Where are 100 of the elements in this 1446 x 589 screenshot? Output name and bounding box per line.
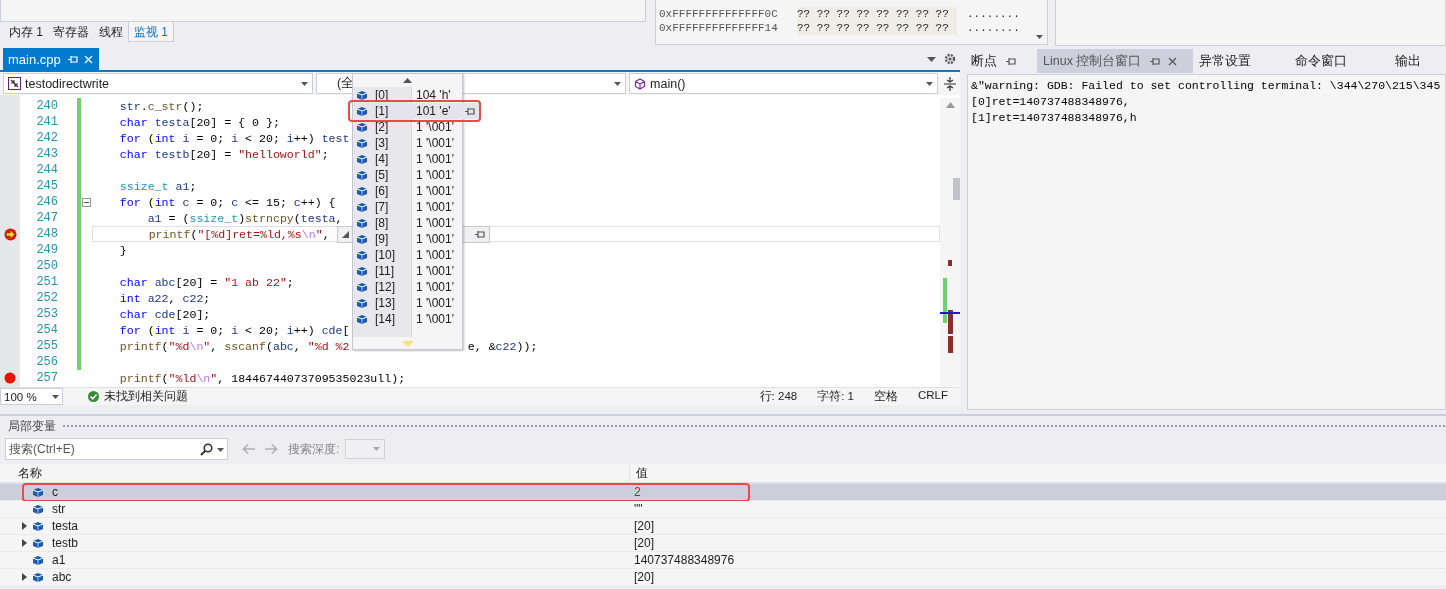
console-line: &"warning: GDB: Failed to set controlling terminal: \344\270\215\345 <box>971 78 1442 94</box>
current-line-icon[interactable] <box>3 227 17 241</box>
scrollbar[interactable] <box>940 98 960 387</box>
table-row[interactable]: c 2 <box>0 484 1446 501</box>
panel-tab[interactable]: 命令窗口 <box>1289 49 1389 73</box>
breakpoint-margin[interactable] <box>0 95 20 387</box>
datatip-item[interactable]: [6] 1 '\001' <box>353 183 462 199</box>
line-number: 245 <box>35 178 59 195</box>
expand-arrow-icon[interactable] <box>21 539 27 547</box>
datatip-item[interactable]: [14] 1 '\001' <box>353 311 462 327</box>
scroll-up-icon[interactable] <box>403 78 412 83</box>
scroll-thumb[interactable] <box>953 178 960 200</box>
line-number: 253 <box>35 306 59 323</box>
datatip-item[interactable]: [1] 101 'e' <box>353 103 479 119</box>
panel-tab[interactable]: 寄存器 <box>48 22 94 42</box>
line-number: 242 <box>35 130 59 147</box>
code-line: a1 = (ssize_t)strncpy(testa, <box>146 211 343 227</box>
code-line: ssize_t a1; <box>118 179 197 195</box>
table-row[interactable]: str "" <box>0 501 1446 518</box>
line-number: 241 <box>35 114 59 131</box>
code-line: int a22, c22; <box>118 291 211 307</box>
expand-arrow-icon[interactable] <box>342 231 349 238</box>
line-number: 244 <box>35 162 59 178</box>
issues-status[interactable]: 未找到相关问题 <box>104 389 188 404</box>
code-line: char testb[20] = "helloworld"; <box>118 147 329 163</box>
datatip-item[interactable]: [5] 1 '\001' <box>353 167 462 183</box>
panel-tab[interactable]: Linux 控制台窗口 <box>1037 49 1193 73</box>
dropdown-icon[interactable] <box>927 56 936 62</box>
code-line: char testa[20] = { 0 }; <box>118 115 280 131</box>
datatip-item[interactable]: [13] 1 '\001' <box>353 295 462 311</box>
line-number: 250 <box>35 258 59 274</box>
datatip-item[interactable]: [9] 1 '\001' <box>353 231 462 247</box>
cube-icon <box>356 185 368 197</box>
cube-icon <box>356 89 368 101</box>
line-number: 257 <box>35 370 59 387</box>
panel-tab[interactable]: 断点 <box>965 49 1037 73</box>
table-row[interactable]: a1 140737488348976 <box>0 552 1446 569</box>
cube-icon <box>356 297 368 309</box>
zoom-dropdown[interactable]: 100 % <box>0 388 63 405</box>
cube-icon <box>356 313 368 325</box>
split-icon[interactable] <box>944 76 957 91</box>
project-dropdown[interactable]: testodirectwrite <box>3 73 313 94</box>
table-row[interactable]: testb [20] <box>0 535 1446 552</box>
line-ending-indicator[interactable]: CRLF <box>917 389 948 404</box>
collapse-icon[interactable] <box>82 198 91 207</box>
member-dropdown[interactable]: main() <box>629 73 939 94</box>
panel-tab[interactable]: 异常设置 <box>1193 49 1289 73</box>
pin-icon[interactable] <box>474 230 485 239</box>
panel-tab[interactable]: 线程 <box>94 22 128 42</box>
datatip-item[interactable]: [10] 1 '\001' <box>353 247 462 263</box>
panel-tab[interactable]: 内存 1 <box>4 22 48 42</box>
table-row[interactable]: testa [20] <box>0 518 1446 535</box>
cube-icon <box>32 486 44 498</box>
datatip-item[interactable]: [2] 1 '\001' <box>353 119 462 135</box>
caret-icon <box>301 81 308 86</box>
caret-icon <box>1036 35 1043 39</box>
datatip-item[interactable]: [12] 1 '\001' <box>353 279 462 295</box>
code-line: str.c_str(); <box>118 99 204 115</box>
panel-tab[interactable]: 监视 1 <box>128 22 175 42</box>
code-line: char cde[20]; <box>118 307 211 323</box>
expand-arrow-icon[interactable] <box>21 573 27 581</box>
table-row[interactable]: abc [20] <box>0 569 1446 586</box>
column-header[interactable]: 名称 <box>0 464 630 482</box>
settings-icon[interactable] <box>944 53 956 65</box>
datatip-item[interactable]: [3] 1 '\001' <box>353 135 462 151</box>
memory-bytes: ?? ?? ?? ?? ?? ?? ?? ?? <box>797 7 957 21</box>
pin-icon[interactable] <box>464 107 475 116</box>
variable-name: str <box>52 502 66 516</box>
line-number: 255 <box>35 338 59 355</box>
variable-name: a1 <box>52 553 66 567</box>
project-icon <box>8 77 21 90</box>
breakpoint-icon[interactable] <box>4 372 16 384</box>
datatip-item[interactable]: [4] 1 '\001' <box>353 151 462 167</box>
whitespace-indicator[interactable]: 空格 <box>873 389 898 404</box>
caret-icon <box>52 394 59 399</box>
search-icon[interactable] <box>200 443 213 456</box>
line-number: 249 <box>35 242 59 259</box>
line-number: 256 <box>35 354 59 370</box>
expand-arrow-icon[interactable] <box>21 522 27 530</box>
variable-value: 140737488348976 <box>633 553 735 567</box>
pin-icon[interactable] <box>1005 56 1016 66</box>
cube-icon <box>356 105 368 117</box>
pin-icon[interactable] <box>1149 56 1161 66</box>
datatip-item[interactable]: [8] 1 '\001' <box>353 215 462 231</box>
memory-address: 0xFFFFFFFFFFFFFF0C <box>659 7 779 21</box>
line-number: 251 <box>35 274 59 291</box>
datatip-item[interactable]: [11] 1 '\001' <box>353 263 462 279</box>
variable-value: [20] <box>633 519 654 533</box>
column-header[interactable]: 值 <box>630 464 648 482</box>
datatip-item[interactable]: [7] 1 '\001' <box>353 199 462 215</box>
caret-icon <box>373 447 381 451</box>
close-icon[interactable] <box>1168 56 1178 66</box>
panel-tab[interactable]: 输出 <box>1389 49 1441 73</box>
cube-icon <box>356 217 368 229</box>
line-number: 246 <box>35 194 59 211</box>
cube-icon <box>356 265 368 277</box>
column-indicator: 字符: 1 <box>817 389 854 404</box>
search-field[interactable]: 搜索(Ctrl+E) <box>5 438 228 460</box>
code-line: char abc[20] = "1 ab 22"; <box>118 275 294 291</box>
variable-value: [20] <box>633 536 654 550</box>
